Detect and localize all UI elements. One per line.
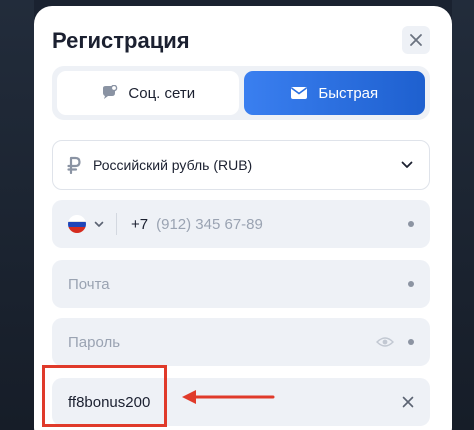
phone-placeholder: (912) 345 67-89 (156, 215, 263, 233)
clear-icon[interactable] (402, 396, 414, 408)
chat-bubble-icon (103, 85, 118, 99)
eye-icon[interactable] (376, 336, 394, 348)
phone-separator (116, 213, 117, 235)
envelope-icon (291, 87, 308, 99)
tab-social-label: Соц. сети (128, 84, 196, 102)
ruble-icon (67, 156, 81, 174)
chevron-down-icon (401, 161, 413, 168)
backdrop-left (0, 0, 34, 430)
email-placeholder: Почта (68, 275, 110, 293)
modal-title: Регистрация (52, 28, 190, 53)
currency-select[interactable]: Российский рубль (RUB) (52, 140, 430, 190)
backdrop-right (452, 0, 474, 430)
registration-tabs: Соц. сети Быстрая (52, 66, 430, 120)
required-dot-icon (408, 221, 414, 227)
tab-social[interactable]: Соц. сети (57, 71, 239, 115)
email-field[interactable]: Почта (52, 260, 430, 308)
currency-label: Российский рубль (RUB) (93, 157, 253, 173)
promo-highlight-box (42, 365, 167, 427)
phone-field[interactable]: +7 (912) 345 67-89 (52, 200, 430, 248)
annotation-arrow-icon (182, 390, 275, 404)
tab-fast-label: Быстрая (318, 84, 379, 102)
tab-fast[interactable]: Быстрая (243, 71, 425, 115)
close-button[interactable] (402, 26, 430, 54)
russia-flag-icon[interactable] (68, 215, 86, 233)
close-icon (410, 34, 422, 46)
required-dot-icon (408, 339, 414, 345)
password-field[interactable]: Пароль (52, 318, 430, 366)
required-dot-icon (408, 281, 414, 287)
password-placeholder: Пароль (68, 333, 121, 351)
phone-country-code: +7 (131, 215, 149, 233)
chevron-down-icon[interactable] (94, 221, 104, 228)
